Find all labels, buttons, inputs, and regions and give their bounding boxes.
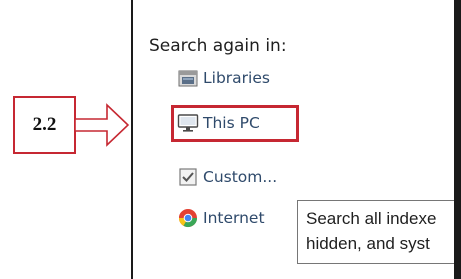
tooltip-line-1: Search all indexe <box>306 209 437 228</box>
chrome-icon <box>177 207 199 229</box>
tooltip: Search all indexe hidden, and syst <box>297 200 461 264</box>
libraries-folder-icon <box>177 67 199 89</box>
checkbox-checked-icon <box>177 166 199 188</box>
search-again-heading: Search again in: <box>149 36 287 56</box>
highlight-rectangle <box>171 105 299 142</box>
search-option-custom[interactable]: Custom... <box>177 165 277 189</box>
step-callout-box: 2.2 <box>13 96 76 154</box>
step-number: 2.2 <box>32 114 57 135</box>
search-option-internet-label: Internet <box>203 209 265 227</box>
search-option-custom-label: Custom... <box>203 168 278 186</box>
search-option-internet[interactable]: Internet <box>177 206 265 230</box>
callout-arrow-icon <box>74 103 130 147</box>
search-option-libraries-label: Libraries <box>203 69 270 87</box>
page: 2.2 Search again in: Libraries This PC C… <box>0 0 461 279</box>
search-option-libraries[interactable]: Libraries <box>177 66 270 90</box>
page-border <box>454 0 461 279</box>
tooltip-line-2: hidden, and syst <box>306 234 430 253</box>
